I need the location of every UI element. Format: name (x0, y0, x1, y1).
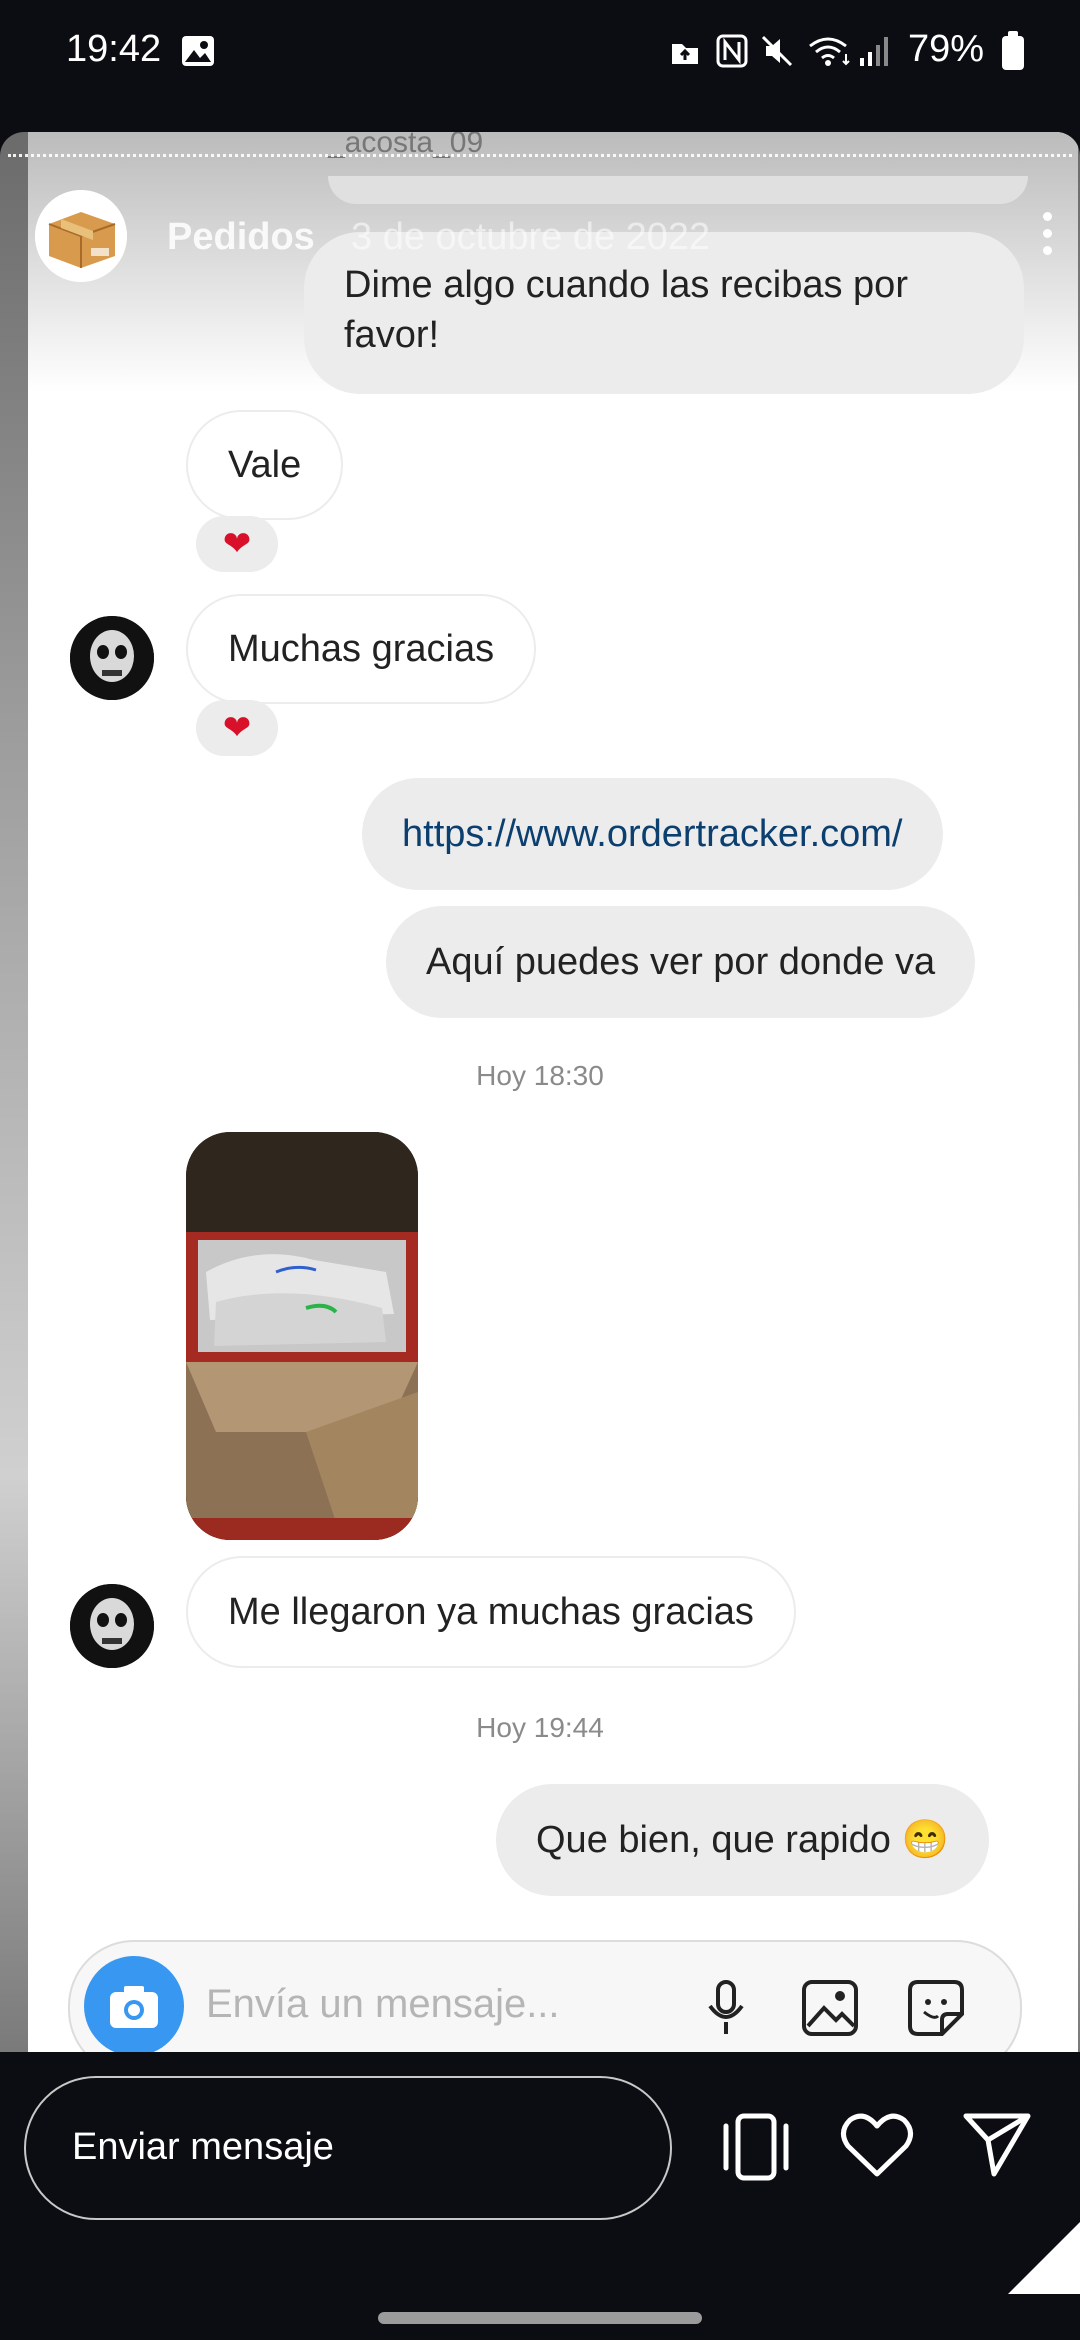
story-progress-bar (8, 154, 1072, 157)
story-avatar[interactable] (35, 190, 127, 282)
image-icon (802, 1980, 858, 2036)
heart-reaction-icon: ❤ (222, 709, 252, 747)
heart-reaction-icon: ❤ (222, 525, 252, 563)
reply-placeholder: Enviar mensaje (72, 2126, 334, 2168)
status-bar: 19:42 79% (0, 0, 1080, 80)
battery-percent: 79% (907, 28, 984, 70)
more-options-icon[interactable] (1043, 212, 1055, 262)
message-link[interactable]: https://www.ordertracker.com/ (362, 778, 943, 890)
contact-avatar (70, 616, 154, 700)
package-icon (35, 190, 127, 282)
cloud-icon (672, 44, 698, 64)
send-icon[interactable] (962, 2112, 1032, 2178)
wifi-icon (809, 37, 850, 66)
signal-icon (860, 37, 888, 66)
contact-avatar (70, 1584, 154, 1668)
story-reply-bar: Enviar mensaje (0, 2052, 1080, 2340)
shared-screenshot: _acosta_09 Dime algo cuando las recibas … (28, 132, 1078, 2052)
timestamp: Hoy 18:30 (476, 1060, 604, 1091)
multi-device-icon[interactable] (718, 2112, 794, 2182)
message-bubble-sent: Que bien, que rapido 😁 (496, 1784, 989, 1896)
photo-message[interactable] (186, 1132, 418, 1540)
mute-icon (761, 35, 793, 67)
composer-placeholder: Envía un mensaje... (206, 1982, 560, 2026)
status-time: 19:42 (66, 28, 162, 70)
story-date: 3 de octubre de 2022 (351, 216, 711, 258)
story-name[interactable]: Pedidos (167, 216, 315, 259)
battery-icon (1002, 31, 1024, 70)
home-indicator[interactable] (378, 2312, 702, 2324)
story-header: Pedidos 3 de octubre de 2022 (35, 190, 1052, 290)
story-viewer[interactable]: _acosta_09 Dime algo cuando las recibas … (0, 132, 1080, 2052)
reaction-badge: ❤ (196, 516, 278, 572)
mic-icon (708, 1980, 744, 2034)
camera-button (84, 1956, 184, 2052)
message-bubble-received: Me llegaron ya muchas gracias (186, 1556, 796, 1668)
reply-input[interactable]: Enviar mensaje (24, 2076, 672, 2220)
skull-avatar-image (70, 1584, 154, 1668)
timestamp: Hoy 19:44 (476, 1712, 604, 1743)
sticker-icon (908, 1980, 964, 2036)
camera-icon (110, 1986, 158, 2028)
corner-fold-icon (1008, 2222, 1080, 2294)
message-bubble-sent: Aquí puedes ver por donde va (386, 906, 976, 1018)
message-bubble-received: Muchas gracias (186, 594, 537, 704)
heart-icon[interactable] (840, 2112, 914, 2178)
shoebox-photo (186, 1132, 418, 1540)
gallery-icon (182, 36, 214, 66)
nfc-icon (716, 34, 748, 68)
message-bubble-received: Vale (186, 410, 344, 520)
skull-avatar-image (70, 616, 154, 700)
reaction-badge: ❤ (196, 700, 278, 756)
message-composer: Envía un mensaje... (68, 1940, 1022, 2052)
